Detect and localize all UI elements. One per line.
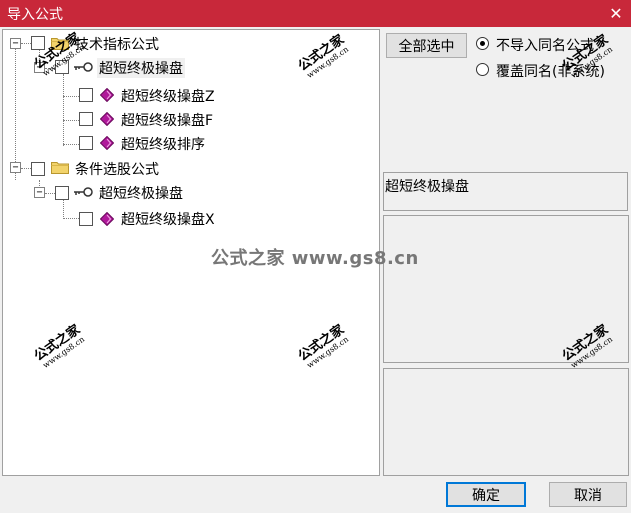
tree-leaf[interactable]: 超短终级操盘F	[3, 106, 263, 129]
folder-icon	[51, 38, 69, 50]
cancel-button[interactable]: 取消	[549, 482, 627, 507]
tree-leaf[interactable]: 超短终级操盘Z	[3, 82, 263, 105]
window-title: 导入公式	[7, 7, 63, 23]
gem-icon	[100, 112, 114, 126]
tree-group-conditions[interactable]: − 条件选股公式	[3, 156, 203, 178]
tree-item-formula[interactable]: − 超短终极操盘	[3, 56, 243, 78]
selected-formula-name-box: 超短终极操盘	[383, 172, 628, 211]
select-all-button[interactable]: 全部选中	[386, 33, 467, 58]
overwrite-duplicate-radio[interactable]	[476, 63, 489, 76]
checkbox[interactable]	[79, 112, 93, 126]
tree-item-label: 超短终级操盘Z	[121, 89, 215, 105]
gem-icon	[100, 136, 114, 150]
tree-item-label: 技术指标公式	[75, 37, 159, 53]
checkbox[interactable]	[31, 36, 45, 50]
no-import-duplicate-label[interactable]: 不导入同名公式	[496, 35, 594, 55]
tree-leaf[interactable]: 超短终级排序	[3, 130, 263, 153]
tree-group-indicators[interactable]: − 技术指标公式	[3, 32, 203, 54]
checkbox[interactable]	[79, 88, 93, 102]
ok-button[interactable]: 确定	[446, 482, 526, 507]
collapse-toggle[interactable]: −	[10, 38, 21, 49]
center-watermark: 公式之家 www.gs8.cn	[211, 248, 419, 269]
formula-description-box	[383, 215, 629, 363]
tree-item-label: 超短终级操盘X	[121, 212, 215, 228]
tree-item-label: 条件选股公式	[75, 162, 159, 178]
overwrite-duplicate-label[interactable]: 覆盖同名(非系统)	[496, 61, 605, 81]
key-icon	[74, 62, 93, 72]
checkbox[interactable]	[55, 60, 69, 74]
gem-icon	[100, 212, 114, 226]
tree-item-label: 超短终级操盘F	[121, 113, 214, 129]
gem-icon	[100, 88, 114, 102]
collapse-toggle[interactable]: −	[10, 162, 21, 173]
checkbox[interactable]	[79, 212, 93, 226]
tree-item-label: 超短终极操盘	[99, 186, 183, 202]
collapse-toggle[interactable]: −	[34, 187, 45, 198]
checkbox[interactable]	[55, 186, 69, 200]
tree-item-label: 超短终级排序	[121, 137, 205, 153]
collapse-toggle[interactable]: −	[34, 62, 45, 73]
tree-leaf[interactable]: 超短终级操盘X	[3, 206, 263, 228]
checkbox[interactable]	[31, 162, 45, 176]
tree-item-formula[interactable]: − 超短终极操盘	[3, 181, 243, 203]
selected-formula-name: 超短终极操盘	[385, 179, 469, 195]
folder-icon	[51, 162, 69, 174]
checkbox[interactable]	[79, 136, 93, 150]
close-icon[interactable]: ✕	[601, 0, 631, 27]
title-bar: 导入公式 ✕	[0, 0, 631, 27]
tree-item-label: 超短终极操盘	[97, 58, 185, 78]
no-import-duplicate-radio[interactable]	[476, 37, 489, 50]
key-icon	[74, 187, 93, 197]
formula-detail-box	[383, 368, 629, 476]
